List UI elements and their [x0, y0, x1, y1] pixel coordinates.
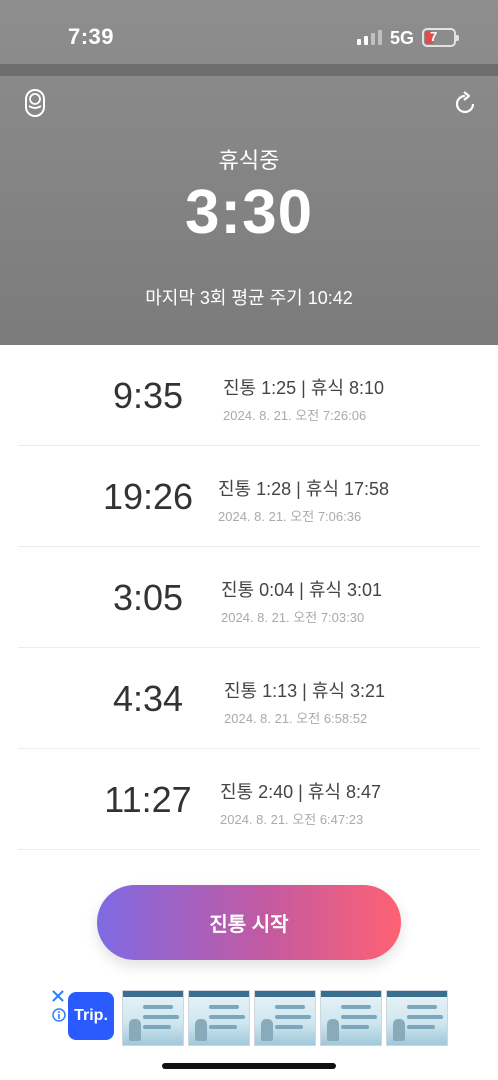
network-label: 5G: [390, 28, 415, 48]
cycle-duration: 11:27: [104, 779, 192, 820]
cycle-summary: 진통 2:40 | 휴식 8:47: [220, 782, 381, 802]
home-indicator[interactable]: [162, 1063, 336, 1069]
cycle-timestamp: 2024. 8. 21. 오전 7:03:30: [221, 610, 365, 625]
ad-thumbnail[interactable]: [320, 990, 382, 1046]
ad-thumbnail[interactable]: [122, 990, 184, 1046]
cycle-info: 진통 0:04 | 휴식 3:01 2024. 8. 21. 오전 7:03:3…: [221, 576, 382, 626]
cycle-info: 진통 2:40 | 휴식 8:47 2024. 8. 21. 오전 6:47:2…: [220, 778, 381, 828]
header-band: [0, 64, 498, 76]
cycle-info: 진통 1:25 | 휴식 8:10 2024. 8. 21. 오전 7:26:0…: [223, 374, 384, 424]
list-item[interactable]: 4:34 진통 1:13 | 휴식 3:21 2024. 8. 21. 오전 6…: [18, 648, 480, 749]
ad-thumbnail[interactable]: [386, 990, 448, 1046]
average-cycle: 마지막 3회 평균 주기 10:42: [145, 288, 353, 308]
list-item[interactable]: 11:27 진통 2:40 | 휴식 8:47 2024. 8. 21. 오전 …: [18, 749, 480, 850]
cycle-summary: 진통 0:04 | 휴식 3:01: [221, 580, 382, 600]
status-bar: 7:39 5G 7: [0, 0, 498, 64]
close-icon[interactable]: [52, 990, 64, 1002]
cycle-duration: 4:34: [112, 678, 184, 719]
cycle-timestamp: 2024. 8. 21. 오전 6:47:23: [220, 812, 364, 827]
state-label: 휴식중: [218, 148, 280, 173]
status-time: 7:39: [68, 24, 115, 49]
signal-icon: [357, 30, 382, 45]
cycle-duration: 9:35: [112, 375, 184, 416]
cycle-duration: 19:26: [102, 476, 194, 517]
contraction-list: 9:35 진통 1:25 | 휴식 8:10 2024. 8. 21. 오전 7…: [0, 345, 498, 850]
info-icon[interactable]: [52, 1008, 66, 1022]
cycle-timestamp: 2024. 8. 21. 오전 6:58:52: [224, 711, 368, 726]
cycle-duration: 3:05: [112, 577, 184, 618]
baby-icon[interactable]: [24, 88, 46, 118]
cycle-info: 진통 1:28 | 휴식 17:58 2024. 8. 21. 오전 7:06:…: [218, 475, 389, 525]
ad-logo[interactable]: Trip.: [68, 992, 114, 1040]
cycle-summary: 진통 1:25 | 휴식 8:10: [223, 378, 384, 398]
refresh-icon[interactable]: [452, 91, 478, 117]
start-contraction-button[interactable]: 진통 시작: [97, 885, 401, 960]
list-item[interactable]: 19:26 진통 1:28 | 휴식 17:58 2024. 8. 21. 오전…: [18, 446, 480, 547]
cycle-timestamp: 2024. 8. 21. 오전 7:06:36: [218, 509, 362, 524]
battery-level: 7: [430, 29, 438, 44]
cycle-info: 진통 1:13 | 휴식 3:21 2024. 8. 21. 오전 6:58:5…: [224, 677, 385, 727]
timer: 3:30: [184, 178, 314, 247]
cycle-timestamp: 2024. 8. 21. 오전 7:26:06: [223, 408, 367, 423]
ad-banner[interactable]: Trip.: [0, 985, 498, 1051]
header: 7:39 5G 7 휴식중 3:30 마지막 3회 평균 주기 10:42: [0, 0, 498, 345]
ad-thumbnail[interactable]: [188, 990, 250, 1046]
ad-thumbnail[interactable]: [254, 990, 316, 1046]
battery-icon: 7: [422, 28, 459, 47]
cycle-summary: 진통 1:28 | 휴식 17:58: [218, 479, 389, 499]
list-item[interactable]: 9:35 진통 1:25 | 휴식 8:10 2024. 8. 21. 오전 7…: [18, 345, 480, 446]
cycle-summary: 진통 1:13 | 휴식 3:21: [224, 681, 385, 701]
ad-thumbnails[interactable]: [122, 990, 448, 1046]
list-item[interactable]: 3:05 진통 0:04 | 휴식 3:01 2024. 8. 21. 오전 7…: [18, 547, 480, 648]
